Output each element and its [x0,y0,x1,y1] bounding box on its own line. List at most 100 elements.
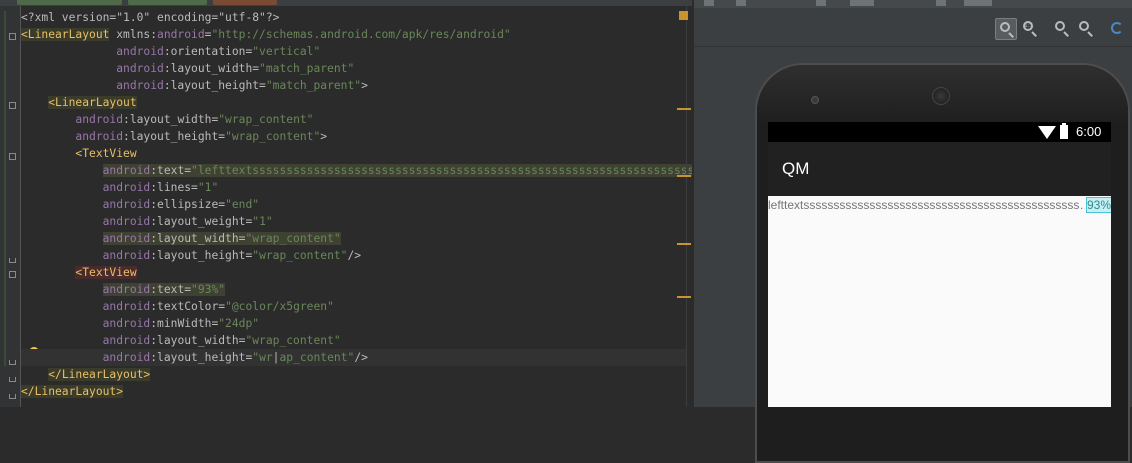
code-token: /> [347,249,362,262]
code-token: "match_parent" [265,79,362,92]
zoom-fit-handle [1008,32,1014,38]
code-line[interactable]: android:layout_height="wr|ap_content"/> [21,349,686,366]
front-camera [811,96,819,104]
fold-end-icon[interactable] [9,394,16,399]
xml-editor[interactable]: <?xml version="1.0" encoding="utf-8"?> <L… [0,0,692,407]
code-line[interactable]: android:text="lefttextssssssssssssssssss… [21,162,692,179]
inspection-status-icon[interactable] [679,11,688,20]
code-token: android [75,130,124,143]
code-token: android [102,181,151,194]
fold-icon[interactable] [9,271,16,278]
battery-icon [1060,125,1068,139]
code-area[interactable]: <?xml version="1.0" encoding="utf-8"?> <L… [21,9,692,400]
preview-zoom-toolbar: 1:1 [694,14,1132,47]
config-icon[interactable] [964,0,992,6]
code-line[interactable]: android:layout_width="match_parent" [21,60,686,77]
fold-end-icon[interactable] [9,258,16,263]
editor-gutter [0,6,21,407]
code-line[interactable]: android:layout_width="wrap_content" [21,230,686,247]
code-token: android [102,232,151,245]
warning-stripe[interactable] [677,175,691,177]
fold-icon[interactable] [9,33,16,40]
config-icon[interactable] [704,0,714,6]
refresh-icon[interactable] [1107,18,1129,40]
percent-textview[interactable]: 93% [1086,197,1111,213]
code-token: "1" [197,181,219,194]
code-token: android [102,300,151,313]
left-textview[interactable]: lefttextssssssssssssssssssssssssssssssss… [768,197,1085,213]
code-token: <TextView [75,147,137,160]
code-token: :layout_height= [150,351,253,364]
code-line[interactable]: </LinearLayout> [21,383,686,400]
editor-tab[interactable] [213,0,277,5]
code-token: "wrap_content" [245,232,341,245]
code-line[interactable]: android:layout_width="wrap_content" [21,111,686,128]
code-line[interactable]: <?xml version="1.0" encoding="utf-8"?> [21,9,686,26]
code-token: "vertical" [252,45,321,58]
zoom-actual-icon[interactable]: 1:1 [1019,18,1041,40]
config-icon[interactable] [850,0,874,6]
code-line[interactable]: android:layout_weight="1" [21,213,686,230]
code-line[interactable]: <LinearLayout [21,94,686,111]
zoom-fit-icon[interactable] [995,18,1017,40]
code-line[interactable]: android:layout_width="wrap_content" [21,332,686,349]
code-token: android [102,283,151,296]
warning-stripe[interactable] [677,296,691,298]
code-token: "@color/x5green" [225,300,334,313]
code-line[interactable]: android:orientation="vertical" [21,43,686,60]
warning-stripe[interactable] [677,243,691,245]
code-token: "24dp" [218,317,260,330]
right-margin-guide [686,6,687,407]
code-line[interactable]: android:ellipsize="end" [21,196,686,213]
fold-end-icon[interactable] [9,377,16,382]
config-icon[interactable] [736,0,746,6]
code-token: > [361,79,368,92]
code-line[interactable]: <TextView [21,145,686,162]
code-line[interactable]: android:layout_height="wrap_content"/> [21,247,686,264]
fold-icon[interactable] [9,153,16,160]
config-icon[interactable] [816,0,826,6]
code-token: <LinearLayout [21,28,110,41]
code-token: "lefttextsssssssssssssssssssssssssssssss… [191,164,692,177]
editor-tab[interactable] [17,0,122,5]
code-token: "wr [252,351,273,364]
zoom-actual-label: 1:1 [1024,22,1034,29]
code-line[interactable]: <TextView [21,264,686,281]
code-line[interactable]: android:text="93%" [21,281,686,298]
code-token: xmlns: [109,28,158,41]
code-token: :layout_width= [163,62,260,75]
code-token: :layout_weight= [150,215,253,228]
code-token: "wrap_content" [252,249,348,262]
code-line[interactable]: android:minWidth="24dp" [21,315,686,332]
config-icon[interactable] [936,0,946,6]
code-line[interactable]: </LinearLayout> [21,366,686,383]
code-token: android [157,28,205,41]
code-token: :layout_width= [150,232,246,245]
preview-linear-layout[interactable]: lefttextssssssssssssssssssssssssssssssss… [768,197,1111,213]
code-line[interactable]: android:lines="1" [21,179,686,196]
code-line[interactable]: android:textColor="@color/x5green" [21,298,686,315]
zoom-out-icon[interactable] [1075,18,1097,40]
code-token: </LinearLayout> [48,368,151,381]
code-token: android [116,62,164,75]
code-token: :orientation= [163,45,253,58]
code-token: "http://schemas.android.com/apk/res/andr… [211,28,511,41]
zoom-in-icon[interactable] [1051,18,1073,40]
code-token: :lines= [150,181,198,194]
code-token: :ellipsize= [150,198,226,211]
warning-stripe[interactable] [677,108,691,110]
editor-tab[interactable] [128,0,207,5]
editor-tab-strip [0,0,692,6]
code-token: :text= [150,164,192,177]
code-line[interactable]: android:layout_height="wrap_content"> [21,128,686,145]
fold-icon[interactable] [9,102,16,109]
code-line[interactable]: android:layout_height="match_parent"> [21,77,686,94]
code-line[interactable]: <LinearLayout xmlns:android="http://sche… [21,26,686,43]
fold-end-icon[interactable] [9,360,16,365]
